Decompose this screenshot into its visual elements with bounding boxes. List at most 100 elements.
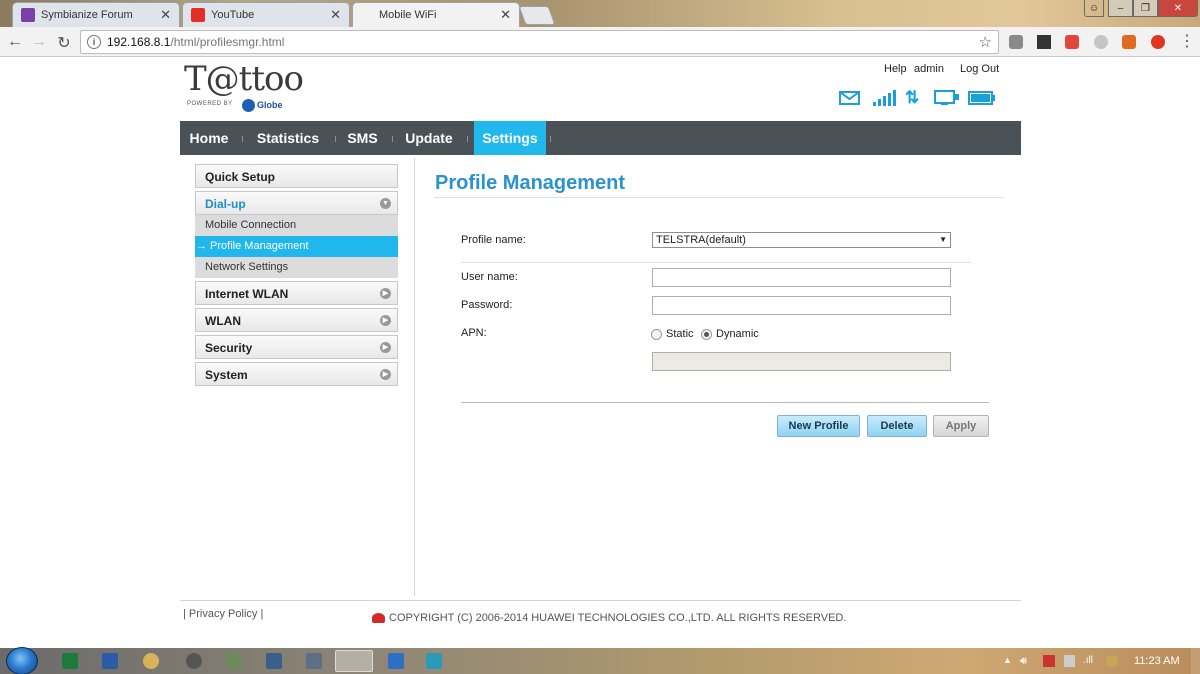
nav-update[interactable]: Update	[398, 121, 460, 155]
close-window-button[interactable]: ✕	[1158, 0, 1198, 17]
form-divider	[461, 262, 971, 263]
help-link[interactable]: Help	[884, 63, 907, 75]
sidebar-item-label: Security	[205, 341, 253, 355]
content-divider	[414, 158, 415, 596]
sidebar-item-mobile-connection[interactable]: Mobile Connection	[195, 215, 398, 236]
sidebar-item-dialup[interactable]: Dial-up ▼	[195, 191, 398, 215]
radio-button-checked-icon	[701, 328, 712, 340]
nav-statistics[interactable]: Statistics	[248, 121, 328, 155]
sms-envelope-icon[interactable]	[839, 91, 860, 108]
delete-button[interactable]: Delete	[867, 415, 927, 437]
chevron-right-icon: ▶	[380, 342, 391, 353]
app-taskbar-icon[interactable]	[143, 653, 159, 669]
apn-dynamic-radio[interactable]: Dynamic	[701, 328, 759, 340]
chevron-right-icon: ▶	[380, 288, 391, 299]
excel-taskbar-icon[interactable]	[62, 653, 78, 669]
tab-youtube[interactable]: YouTube ✕	[182, 2, 350, 27]
title-divider	[434, 197, 1004, 198]
app-taskbar-icon[interactable]	[186, 653, 202, 669]
orange-extension-icon[interactable]	[1122, 35, 1136, 49]
signal-tray-icon[interactable]: .ıll	[1083, 655, 1093, 666]
huawei-logo-icon	[372, 613, 385, 624]
nav-separator	[550, 136, 551, 142]
profile-name-select[interactable]: TELSTRA(default) ▼	[652, 232, 951, 248]
apn-static-radio[interactable]: Static	[651, 328, 694, 340]
address-bar[interactable]: i 192.168.8.1/html/profilesmgr.html ☆	[80, 30, 999, 54]
sidebar-item-quick-setup[interactable]: Quick Setup	[195, 164, 398, 188]
nav-separator	[467, 136, 468, 142]
partner-name: Globe	[257, 99, 283, 110]
tab-symbianize[interactable]: Symbianize Forum ✕	[12, 2, 180, 27]
network-tray-icon[interactable]	[1064, 655, 1075, 667]
globe-icon	[242, 99, 255, 112]
close-tab-icon[interactable]: ✕	[160, 7, 171, 23]
app-tray-icon[interactable]	[1106, 655, 1118, 667]
button-divider	[461, 402, 989, 403]
chrome-taskbar-icon[interactable]	[335, 650, 373, 672]
password-label: Password:	[461, 299, 513, 311]
blocked-extension-icon[interactable]	[1094, 35, 1108, 49]
url-text: 192.168.8.1/html/profilesmgr.html	[107, 35, 284, 49]
show-desktop-button[interactable]	[1191, 648, 1200, 674]
close-tab-icon[interactable]: ✕	[330, 7, 341, 23]
connected-device-icon[interactable]	[934, 90, 960, 109]
profile-icon[interactable]: ☺	[1084, 0, 1104, 17]
app-taskbar-icon[interactable]	[226, 653, 242, 669]
red-extension-icon[interactable]	[1065, 35, 1079, 49]
back-icon[interactable]: ←	[5, 33, 25, 51]
shield-extension-icon[interactable]	[1151, 35, 1165, 49]
sidebar-item-system[interactable]: System ▶	[195, 362, 398, 386]
extension-cube-icon[interactable]	[1009, 35, 1023, 49]
tab-title: Symbianize Forum	[41, 9, 133, 21]
menu-icon[interactable]: ⋮	[1177, 31, 1197, 51]
info-icon[interactable]: i	[87, 35, 101, 49]
globe-logo: Globe	[242, 99, 283, 112]
battery-icon	[968, 91, 995, 108]
nav-settings[interactable]: Settings	[474, 121, 546, 155]
sidebar-item-network-settings[interactable]: Network Settings	[195, 257, 398, 278]
tattoo-logo: T@ttoo POWERED BY Globe	[184, 59, 304, 112]
sidebar-item-security[interactable]: Security ▶	[195, 335, 398, 359]
brand-logo-text: T@ttoo	[184, 59, 304, 99]
privacy-policy-link[interactable]: | Privacy Policy |	[183, 608, 263, 620]
apply-button[interactable]: Apply	[933, 415, 989, 437]
minimize-button[interactable]: –	[1108, 0, 1133, 17]
puzzle-extension-icon[interactable]	[1037, 35, 1051, 49]
tab-title: Mobile WiFi	[379, 9, 437, 21]
close-tab-icon[interactable]: ✕	[500, 7, 511, 23]
logout-link[interactable]: Log Out	[960, 63, 999, 75]
tab-mobile-wifi[interactable]: Mobile WiFi ✕	[352, 2, 520, 27]
sidebar-item-label: Internet WLAN	[205, 287, 289, 301]
sidebar-item-label: WLAN	[205, 314, 241, 328]
nav-sms[interactable]: SMS	[340, 121, 385, 155]
start-button[interactable]	[6, 647, 38, 674]
windows-taskbar: ▲ 🔊︎ .ıll 11:23 AM	[0, 647, 1200, 674]
nav-separator	[392, 136, 393, 142]
sidebar-item-label: Dial-up	[205, 197, 246, 211]
word-taskbar-icon[interactable]	[102, 653, 118, 669]
chevron-right-icon: ▶	[380, 369, 391, 380]
apn-dynamic-label: Dynamic	[716, 328, 759, 340]
maximize-button[interactable]: ❐	[1133, 0, 1158, 17]
signal-strength-icon	[873, 90, 897, 109]
app-taskbar-icon[interactable]	[426, 653, 442, 669]
password-input[interactable]	[652, 296, 951, 315]
app-taskbar-icon[interactable]	[266, 653, 282, 669]
app-taskbar-icon[interactable]	[388, 653, 404, 669]
bookmark-star-icon[interactable]: ☆	[979, 33, 992, 51]
forward-icon[interactable]: →	[29, 33, 49, 51]
app-taskbar-icon[interactable]	[306, 653, 322, 669]
sidebar-item-wlan[interactable]: WLAN ▶	[195, 308, 398, 332]
sidebar-item-profile-management[interactable]: → Profile Management	[195, 236, 398, 257]
new-profile-button[interactable]: New Profile	[777, 415, 860, 437]
nav-home[interactable]: Home	[180, 121, 238, 155]
flag-icon[interactable]	[1043, 655, 1055, 667]
show-hidden-icons[interactable]: ▲	[1003, 655, 1012, 665]
reload-icon[interactable]: ↻	[54, 33, 74, 53]
sidebar-item-internet-wlan[interactable]: Internet WLAN ▶	[195, 281, 398, 305]
apn-label: APN:	[461, 327, 487, 339]
new-tab-button[interactable]	[518, 6, 556, 25]
username-input[interactable]	[652, 268, 951, 287]
taskbar-clock[interactable]: 11:23 AM	[1134, 655, 1180, 667]
volume-icon[interactable]: 🔊︎	[1020, 655, 1027, 668]
